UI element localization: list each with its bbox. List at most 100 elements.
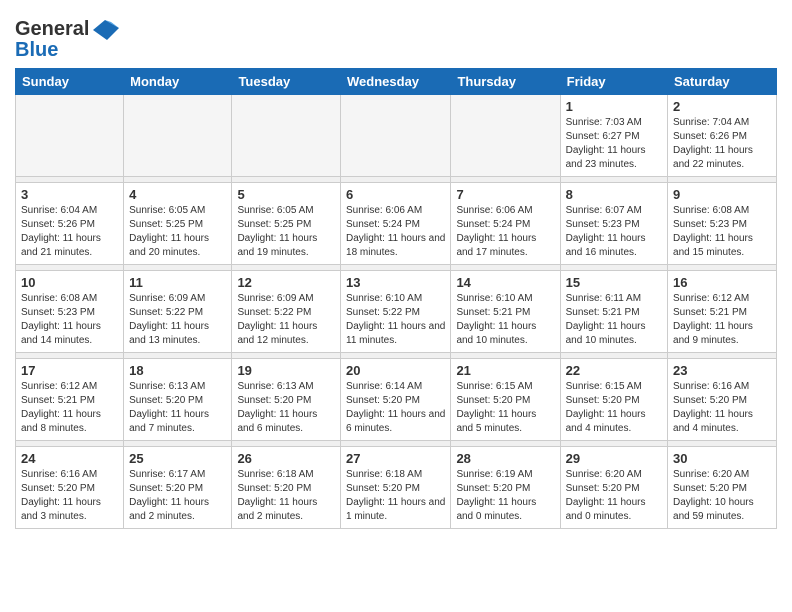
calendar-cell: 14Sunrise: 6:10 AM Sunset: 5:21 PM Dayli… — [451, 271, 560, 353]
day-info: Sunrise: 6:18 AM Sunset: 5:20 PM Dayligh… — [346, 468, 445, 524]
calendar-cell: 25 Sunrise: 6:17 AM Sunset: 5:20 PM Dayli… — [124, 447, 232, 529]
day-number: 28 — [456, 451, 554, 466]
calendar-cell: 6 Sunrise: 6:06 AM Sunset: 5:24 PM Daylig… — [341, 183, 451, 265]
day-number: 1 — [566, 99, 662, 114]
calendar-cell: 30Sunrise: 6:20 AM Sunset: 5:20 PM Dayli… — [668, 447, 777, 529]
calendar-cell — [16, 95, 124, 177]
calendar-cell: 24 Sunrise: 6:16 AM Sunset: 5:20 PM Dayli… — [16, 447, 124, 529]
calendar-cell: 17 Sunrise: 6:12 AM Sunset: 5:21 PM Dayli… — [16, 359, 124, 441]
calendar-week-1: 1 Sunrise: 7:03 AM Sunset: 6:27 PM Daylig… — [16, 95, 777, 177]
day-info: Sunrise: 6:08 AM Sunset: 5:23 PM Dayligh… — [673, 204, 771, 260]
day-number: 21 — [456, 363, 554, 378]
day-number: 11 — [129, 275, 226, 290]
calendar-header-tuesday: Tuesday — [232, 69, 341, 95]
calendar-week-3: 10 Sunrise: 6:08 AM Sunset: 5:23 PM Dayli… — [16, 271, 777, 353]
day-info: Sunrise: 7:03 AM Sunset: 6:27 PM Dayligh… — [566, 116, 662, 172]
day-number: 3 — [21, 187, 118, 202]
calendar-cell: 16Sunrise: 6:12 AM Sunset: 5:21 PM Dayli… — [668, 271, 777, 353]
day-number: 4 — [129, 187, 226, 202]
day-number: 26 — [237, 451, 335, 466]
day-info: Sunrise: 6:18 AM Sunset: 5:20 PM Dayligh… — [237, 468, 335, 524]
day-info: Sunrise: 6:04 AM Sunset: 5:26 PM Dayligh… — [21, 204, 118, 260]
calendar-header-thursday: Thursday — [451, 69, 560, 95]
calendar-cell — [232, 95, 341, 177]
day-number: 2 — [673, 99, 771, 114]
day-number: 24 — [21, 451, 118, 466]
day-info: Sunrise: 6:20 AM Sunset: 5:20 PM Dayligh… — [566, 468, 662, 524]
day-number: 25 — [129, 451, 226, 466]
day-info: Sunrise: 6:11 AM Sunset: 5:21 PM Dayligh… — [566, 292, 662, 348]
header: General Blue — [15, 10, 777, 62]
calendar-cell: 5 Sunrise: 6:05 AM Sunset: 5:25 PM Daylig… — [232, 183, 341, 265]
calendar-cell — [341, 95, 451, 177]
day-number: 15 — [566, 275, 662, 290]
calendar-cell: 23 Sunrise: 6:16 AM Sunset: 5:20 PM Dayli… — [668, 359, 777, 441]
calendar-cell: 26 Sunrise: 6:18 AM Sunset: 5:20 PM Dayli… — [232, 447, 341, 529]
day-info: Sunrise: 6:14 AM Sunset: 5:20 PM Dayligh… — [346, 380, 445, 436]
day-info: Sunrise: 6:17 AM Sunset: 5:20 PM Dayligh… — [129, 468, 226, 524]
page: General Blue SundayMondayTuesdayWednesda… — [0, 0, 792, 539]
calendar-cell — [451, 95, 560, 177]
day-number: 12 — [237, 275, 335, 290]
logo-bird-icon — [93, 20, 119, 40]
calendar-cell: 19 Sunrise: 6:13 AM Sunset: 5:20 PM Dayli… — [232, 359, 341, 441]
calendar-cell: 29 Sunrise: 6:20 AM Sunset: 5:20 PM Dayli… — [560, 447, 667, 529]
calendar-cell: 7 Sunrise: 6:06 AM Sunset: 5:24 PM Daylig… — [451, 183, 560, 265]
calendar-week-5: 24 Sunrise: 6:16 AM Sunset: 5:20 PM Dayli… — [16, 447, 777, 529]
day-number: 30 — [673, 451, 771, 466]
calendar-header-saturday: Saturday — [668, 69, 777, 95]
day-number: 7 — [456, 187, 554, 202]
day-number: 18 — [129, 363, 226, 378]
calendar-cell: 9 Sunrise: 6:08 AM Sunset: 5:23 PM Daylig… — [668, 183, 777, 265]
calendar-cell: 3 Sunrise: 6:04 AM Sunset: 5:26 PM Daylig… — [16, 183, 124, 265]
logo-general: General — [15, 18, 89, 41]
calendar-cell: 10 Sunrise: 6:08 AM Sunset: 5:23 PM Dayli… — [16, 271, 124, 353]
calendar-cell: 20 Sunrise: 6:14 AM Sunset: 5:20 PM Dayli… — [341, 359, 451, 441]
day-number: 6 — [346, 187, 445, 202]
calendar-header-wednesday: Wednesday — [341, 69, 451, 95]
day-info: Sunrise: 6:09 AM Sunset: 5:22 PM Dayligh… — [129, 292, 226, 348]
day-info: Sunrise: 6:09 AM Sunset: 5:22 PM Dayligh… — [237, 292, 335, 348]
day-number: 9 — [673, 187, 771, 202]
logo: General Blue — [15, 18, 119, 62]
day-number: 23 — [673, 363, 771, 378]
calendar-cell: 22 Sunrise: 6:15 AM Sunset: 5:20 PM Dayli… — [560, 359, 667, 441]
day-info: Sunrise: 6:06 AM Sunset: 5:24 PM Dayligh… — [346, 204, 445, 260]
calendar-cell: 8 Sunrise: 6:07 AM Sunset: 5:23 PM Daylig… — [560, 183, 667, 265]
day-info: Sunrise: 6:13 AM Sunset: 5:20 PM Dayligh… — [237, 380, 335, 436]
day-info: Sunrise: 6:13 AM Sunset: 5:20 PM Dayligh… — [129, 380, 226, 436]
day-number: 10 — [21, 275, 118, 290]
calendar-header-monday: Monday — [124, 69, 232, 95]
day-number: 27 — [346, 451, 445, 466]
day-number: 22 — [566, 363, 662, 378]
day-info: Sunrise: 6:15 AM Sunset: 5:20 PM Dayligh… — [566, 380, 662, 436]
day-info: Sunrise: 6:19 AM Sunset: 5:20 PM Dayligh… — [456, 468, 554, 524]
day-info: Sunrise: 6:08 AM Sunset: 5:23 PM Dayligh… — [21, 292, 118, 348]
day-info: Sunrise: 6:07 AM Sunset: 5:23 PM Dayligh… — [566, 204, 662, 260]
calendar-table: SundayMondayTuesdayWednesdayThursdayFrid… — [15, 68, 777, 529]
day-number: 5 — [237, 187, 335, 202]
day-info: Sunrise: 6:12 AM Sunset: 5:21 PM Dayligh… — [21, 380, 118, 436]
day-number: 16 — [673, 275, 771, 290]
day-info: Sunrise: 6:16 AM Sunset: 5:20 PM Dayligh… — [21, 468, 118, 524]
day-info: Sunrise: 6:10 AM Sunset: 5:21 PM Dayligh… — [456, 292, 554, 348]
day-info: Sunrise: 6:05 AM Sunset: 5:25 PM Dayligh… — [237, 204, 335, 260]
day-number: 19 — [237, 363, 335, 378]
calendar-header-row: SundayMondayTuesdayWednesdayThursdayFrid… — [16, 69, 777, 95]
day-number: 20 — [346, 363, 445, 378]
day-info: Sunrise: 6:05 AM Sunset: 5:25 PM Dayligh… — [129, 204, 226, 260]
day-info: Sunrise: 7:04 AM Sunset: 6:26 PM Dayligh… — [673, 116, 771, 172]
calendar-cell: 12 Sunrise: 6:09 AM Sunset: 5:22 PM Dayli… — [232, 271, 341, 353]
calendar-cell: 13Sunrise: 6:10 AM Sunset: 5:22 PM Dayli… — [341, 271, 451, 353]
calendar-cell: 4 Sunrise: 6:05 AM Sunset: 5:25 PM Daylig… — [124, 183, 232, 265]
calendar-cell: 15 Sunrise: 6:11 AM Sunset: 5:21 PM Dayli… — [560, 271, 667, 353]
calendar-cell: 21Sunrise: 6:15 AM Sunset: 5:20 PM Dayli… — [451, 359, 560, 441]
day-number: 8 — [566, 187, 662, 202]
day-number: 17 — [21, 363, 118, 378]
calendar-header-friday: Friday — [560, 69, 667, 95]
day-number: 29 — [566, 451, 662, 466]
day-info: Sunrise: 6:16 AM Sunset: 5:20 PM Dayligh… — [673, 380, 771, 436]
calendar-cell: 2 Sunrise: 7:04 AM Sunset: 6:26 PM Daylig… — [668, 95, 777, 177]
day-info: Sunrise: 6:10 AM Sunset: 5:22 PM Dayligh… — [346, 292, 445, 348]
day-info: Sunrise: 6:06 AM Sunset: 5:24 PM Dayligh… — [456, 204, 554, 260]
